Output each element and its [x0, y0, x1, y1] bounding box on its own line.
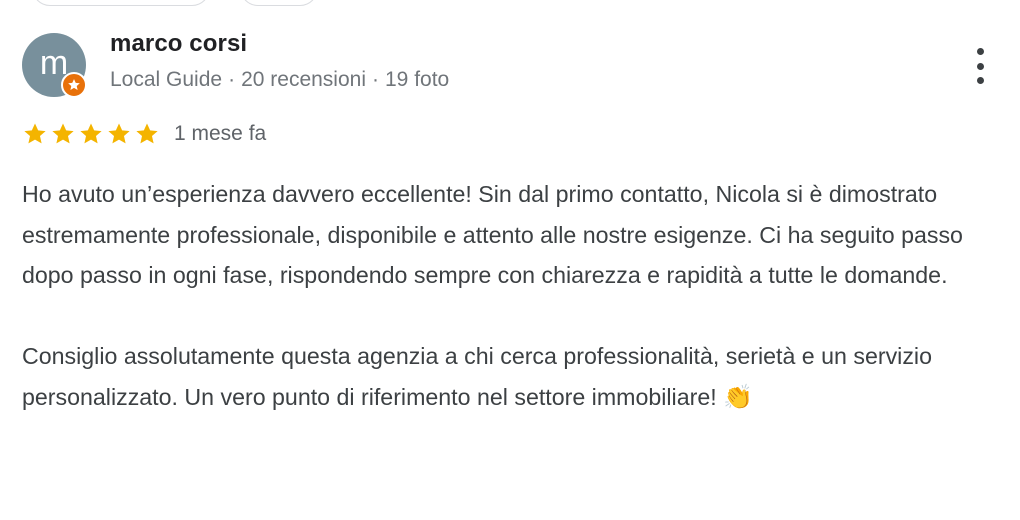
- separator: ·: [228, 68, 236, 91]
- more-vert-icon: [976, 62, 984, 70]
- review-paragraph-text: Consiglio assolutamente questa agenzia a…: [22, 343, 932, 410]
- reviews-count: 20 recensioni: [241, 68, 366, 91]
- clapping-hands-emoji: 👏: [723, 383, 754, 411]
- review-text: Ho avuto un’esperienza davvero eccellent…: [22, 174, 1002, 418]
- star-rating: [22, 121, 160, 147]
- filter-chip[interactable]: [240, 0, 318, 6]
- more-vert-icon: [976, 77, 984, 84]
- filter-chip[interactable]: [32, 0, 210, 6]
- review-date: 1 mese fa: [174, 122, 267, 145]
- star-icon: [106, 121, 132, 147]
- more-options-button[interactable]: [964, 44, 996, 88]
- review-paragraph: Ho avuto un’esperienza davvero eccellent…: [22, 181, 963, 288]
- star-icon: [22, 121, 48, 147]
- author-meta: Local Guide · 20 recensioni · 19 foto: [110, 68, 449, 92]
- local-guide-label: Local Guide: [110, 68, 223, 91]
- local-guide-badge-icon: [61, 72, 87, 98]
- star-icon: [78, 121, 104, 147]
- review-paragraph: Consiglio assolutamente questa agenzia a…: [22, 336, 1002, 418]
- star-icon: [134, 121, 160, 147]
- separator: ·: [372, 68, 379, 91]
- more-vert-icon: [976, 48, 984, 55]
- photos-count: 19 foto: [385, 68, 450, 91]
- author-name[interactable]: marco corsi: [110, 30, 247, 58]
- star-icon: [50, 121, 76, 147]
- star-icon: [68, 79, 80, 90]
